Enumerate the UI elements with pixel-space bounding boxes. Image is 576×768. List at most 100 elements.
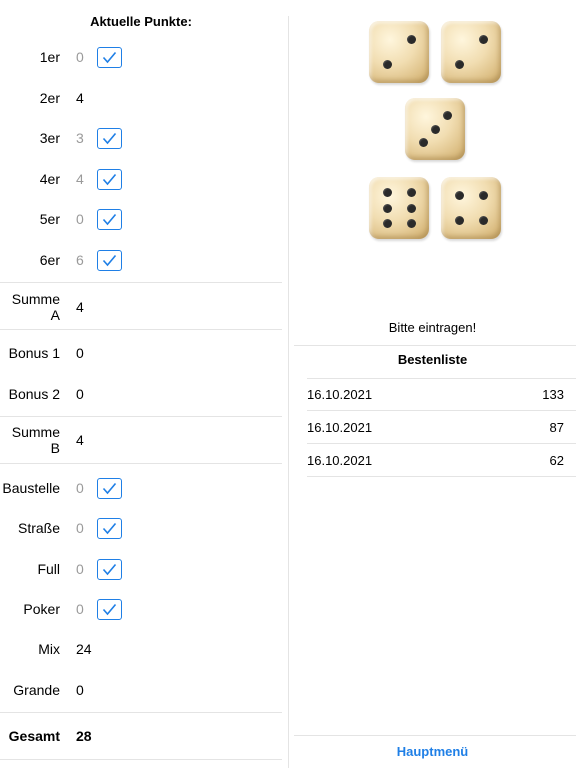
die-2[interactable] [441, 21, 501, 83]
checkbox-baustelle[interactable] [97, 477, 122, 499]
main-menu-button[interactable]: Hauptmenü [289, 744, 576, 759]
score-total: 28 [76, 728, 92, 744]
die-3[interactable] [405, 98, 465, 160]
checkbox-6er[interactable] [97, 249, 122, 271]
highscore-row: 16.10.2021 87 [307, 411, 564, 444]
score-row-strasse: Straße 0 [0, 516, 282, 540]
die-pip [478, 191, 488, 201]
die-pip [442, 110, 452, 120]
separator [0, 416, 282, 417]
score-label: Poker [23, 601, 60, 617]
score-row-3er: 3er 3 [0, 126, 282, 150]
score-value: 4 [76, 90, 84, 106]
checkbox-3er[interactable] [97, 127, 122, 149]
checkmark-icon [102, 213, 117, 225]
score-label: Straße [17, 520, 60, 536]
die-pip [406, 219, 416, 228]
score-label: Full [37, 561, 60, 577]
separator [294, 735, 576, 736]
score-label: Baustelle [2, 480, 60, 496]
checkbox-full[interactable] [97, 558, 122, 580]
separator [307, 476, 576, 477]
die-1[interactable] [369, 21, 429, 83]
die-pip [406, 188, 416, 197]
score-value: 0 [76, 480, 84, 496]
score-label: Bonus 2 [8, 386, 60, 402]
score-row-summe-a: Summe A 4 [0, 291, 282, 323]
score-value: 3 [76, 130, 84, 146]
status-hint: Bitte eintragen! [388, 320, 477, 335]
checkbox-1er[interactable] [97, 46, 122, 68]
checkmark-icon [102, 563, 117, 575]
score-value: 0 [76, 211, 84, 227]
die-pip [406, 203, 416, 213]
score-label: Mix [38, 641, 60, 657]
checkbox-5er[interactable] [97, 208, 122, 230]
die-pip [382, 203, 392, 213]
highscore-points: 87 [549, 420, 564, 435]
die-pip [478, 35, 488, 45]
highscore-date: 16.10.2021 [307, 420, 373, 435]
score-label: Grande [13, 682, 60, 698]
checkmark-icon [102, 482, 117, 494]
score-label: 1er [39, 49, 60, 65]
highscore-row: 16.10.2021 133 [307, 378, 564, 411]
separator [0, 712, 282, 713]
die-pip [406, 35, 416, 45]
score-row-1er: 1er 0 [0, 45, 282, 69]
score-value: 0 [76, 345, 84, 361]
score-label: 5er [39, 211, 60, 227]
score-row-grande[interactable]: Grande 0 [0, 678, 282, 702]
dice-area [289, 0, 576, 250]
score-row-bonus-1: Bonus 1 0 [0, 341, 282, 365]
score-label: 2er [39, 90, 60, 106]
score-value: 0 [76, 601, 84, 617]
highscore-points: 133 [542, 387, 564, 402]
highscore-date: 16.10.2021 [307, 387, 373, 402]
score-value: 0 [76, 682, 84, 698]
die-pip [382, 59, 392, 69]
score-row-summe-b: Summe B 4 [0, 424, 282, 456]
separator [0, 463, 282, 464]
die-pip [430, 124, 440, 134]
checkmark-icon [102, 254, 117, 266]
checkmark-icon [102, 51, 117, 63]
score-row-full: Full 0 [0, 557, 282, 581]
score-row-4er: 4er 4 [0, 167, 282, 191]
score-value: 0 [76, 49, 84, 65]
score-label: 3er [39, 130, 60, 146]
score-row-poker: Poker 0 [0, 597, 282, 621]
die-pip [382, 188, 392, 197]
checkbox-strasse[interactable] [97, 517, 122, 539]
checkmark-icon [102, 173, 117, 185]
score-value: 4 [76, 299, 84, 315]
die-5[interactable] [441, 177, 501, 239]
score-value: 6 [76, 252, 84, 268]
highscore-title: Bestenliste [397, 352, 468, 367]
score-heading: Aktuelle Punkte: [90, 14, 192, 29]
highscore-row: 16.10.2021 62 [307, 444, 564, 477]
die-4[interactable] [369, 177, 429, 239]
score-row-2er[interactable]: 2er 4 [0, 86, 282, 110]
score-panel: Aktuelle Punkte: 1er 0 2er 4 3er 3 4er 4… [0, 0, 288, 768]
score-value: 4 [76, 171, 84, 187]
score-value: 4 [76, 432, 84, 448]
checkbox-poker[interactable] [97, 598, 122, 620]
score-value: 24 [76, 641, 92, 657]
die-pip [382, 219, 392, 228]
die-pip [454, 59, 464, 69]
score-label: Summe B [11, 424, 60, 456]
checkbox-4er[interactable] [97, 168, 122, 190]
separator [294, 345, 576, 346]
die-pip [454, 215, 464, 225]
score-row-5er: 5er 0 [0, 207, 282, 231]
separator [0, 759, 282, 760]
score-row-bonus-2: Bonus 2 0 [0, 382, 282, 406]
score-label: 4er [39, 171, 60, 187]
die-pip [478, 215, 488, 225]
score-row-mix[interactable]: Mix 24 [0, 637, 282, 661]
highscore-points: 62 [549, 453, 564, 468]
score-label: 6er [39, 252, 60, 268]
score-label: Gesamt [8, 728, 60, 744]
score-row-baustelle: Baustelle 0 [0, 476, 282, 500]
